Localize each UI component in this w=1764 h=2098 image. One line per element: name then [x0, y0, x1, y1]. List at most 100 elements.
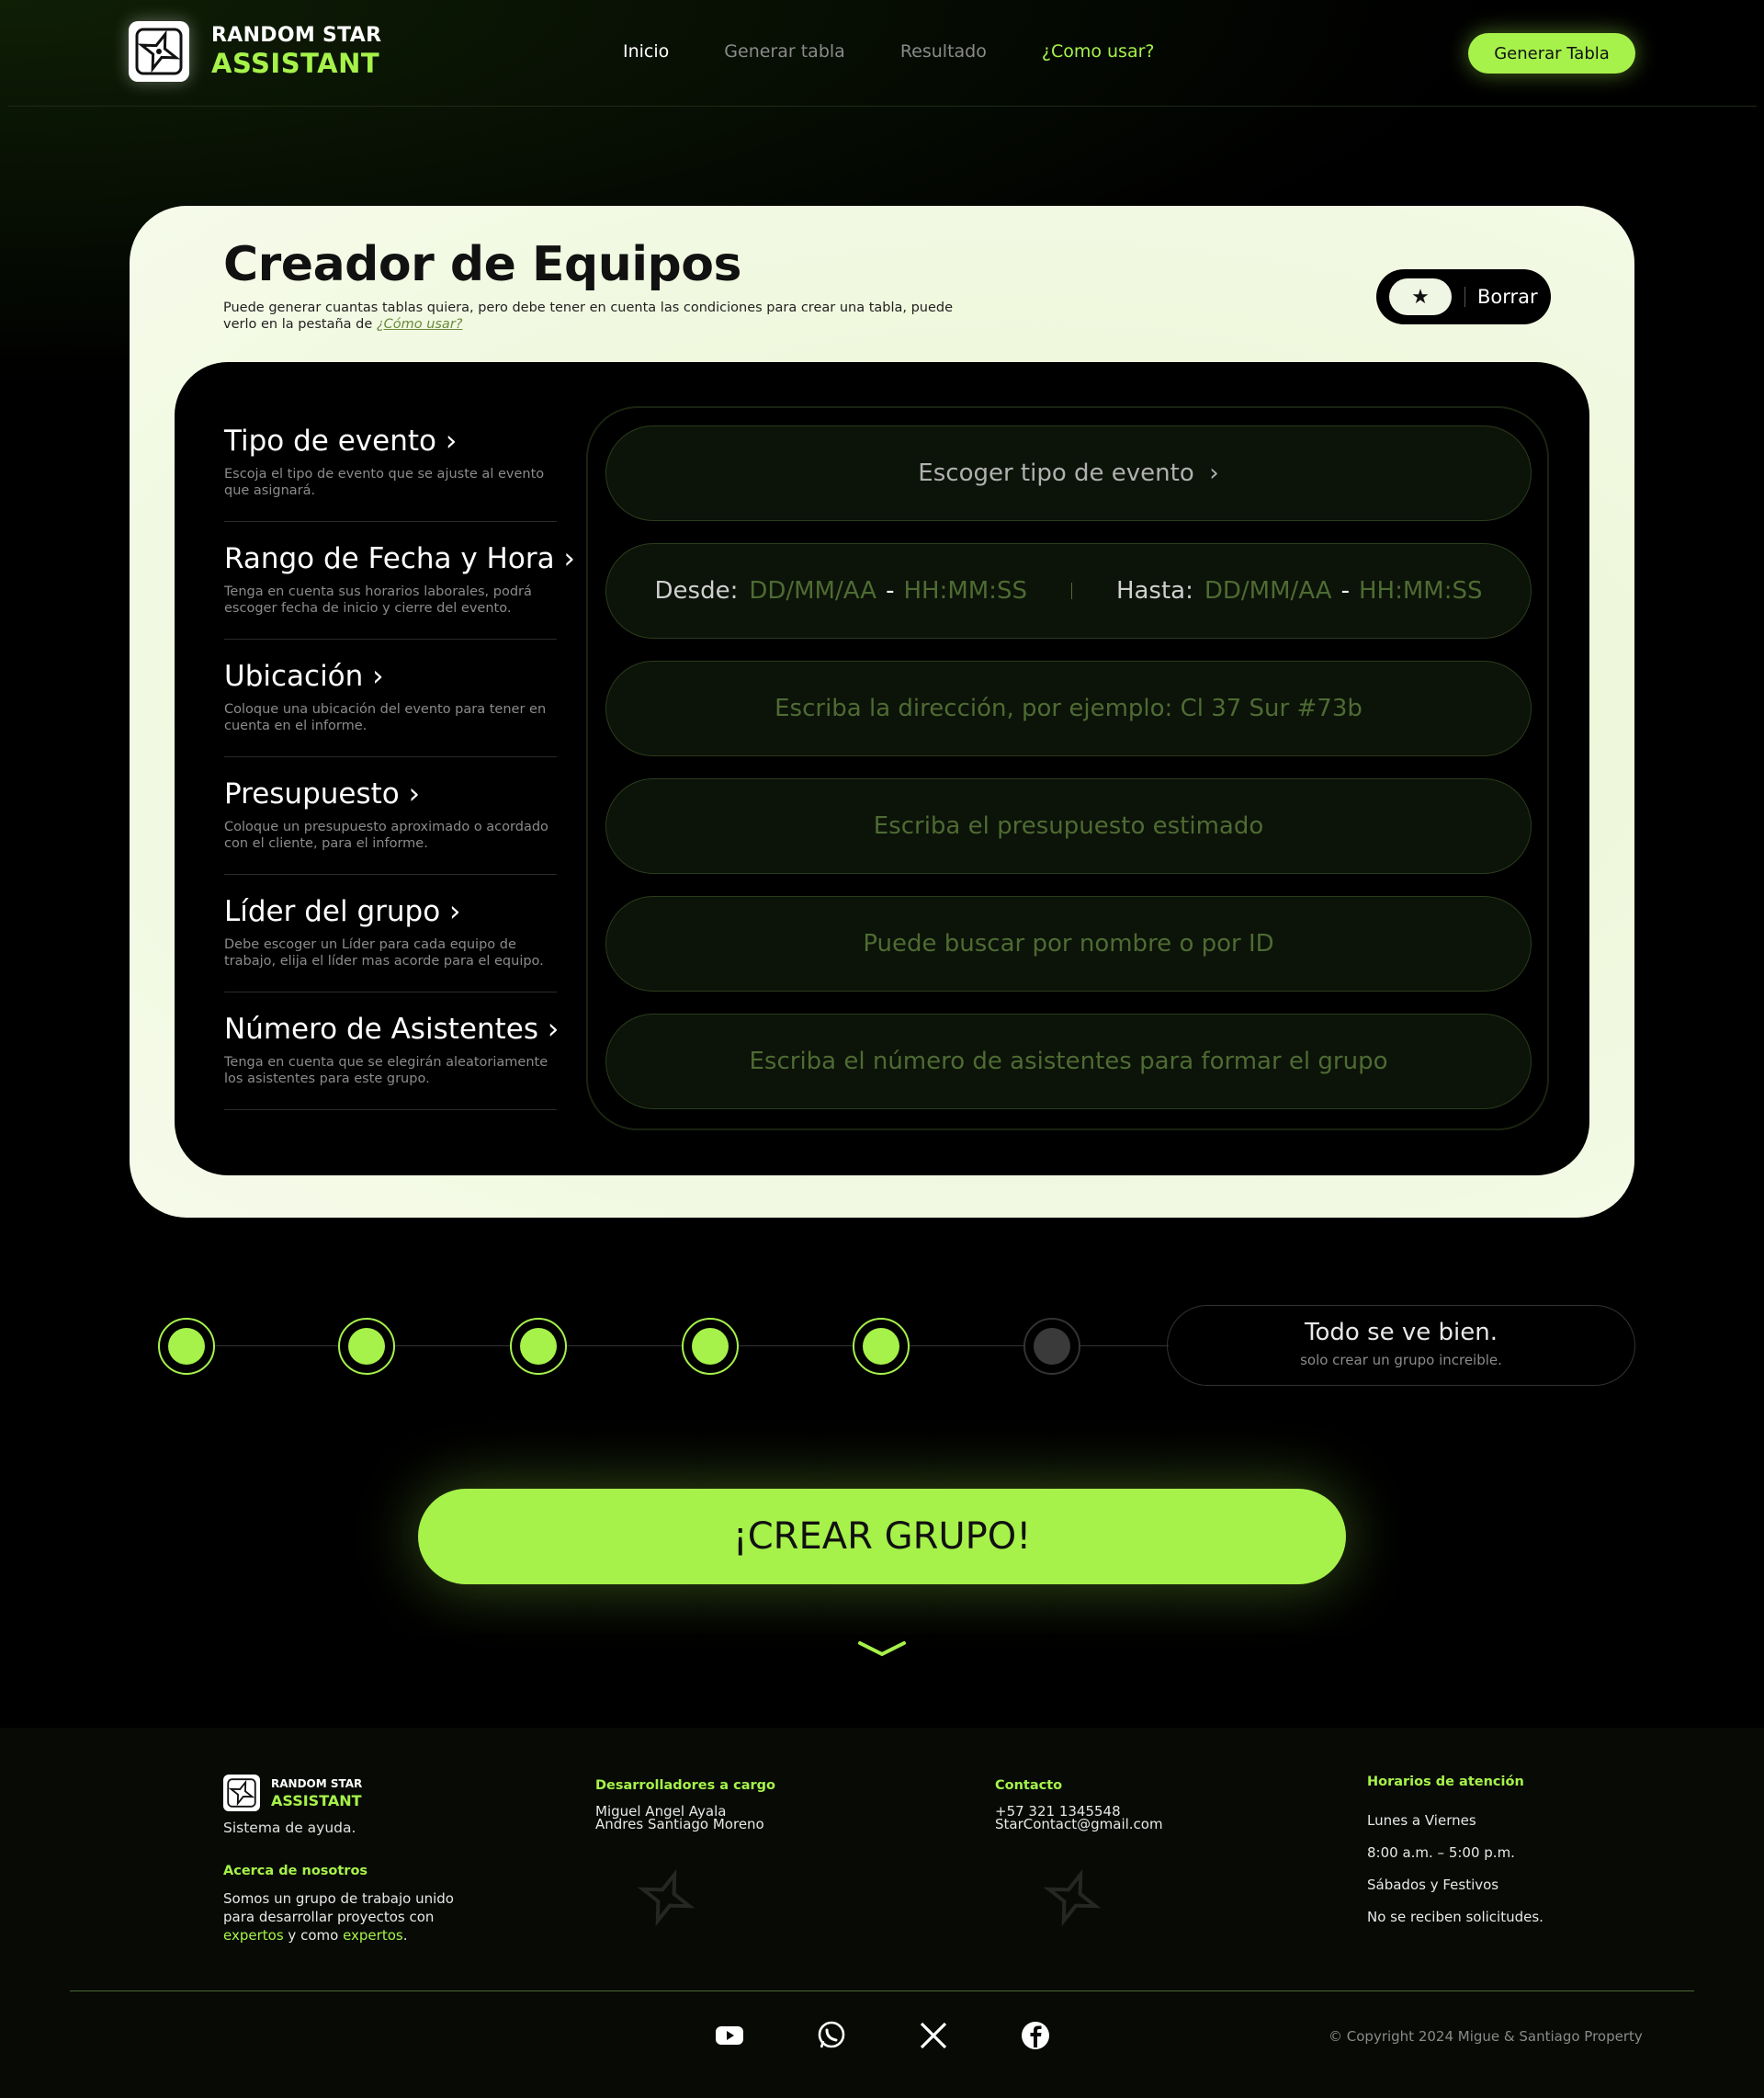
page-subtitle: Puede generar cuantas tablas quiera, per…: [223, 300, 958, 333]
contact-info: +57 321 1345548 StarContact@gmail.com: [995, 1805, 1163, 1831]
brand-line1: RANDOM STAR: [211, 24, 382, 47]
label-title: Presupuesto: [224, 777, 400, 811]
hours-item: Sábados y Festivos: [1367, 1877, 1499, 1893]
footer-brand-line1: RANDOM STAR: [271, 1776, 363, 1790]
nav-como-usar[interactable]: ¿Como usar?: [1042, 41, 1155, 62]
label-desc: Coloque un presupuesto aproximado o acor…: [224, 820, 548, 851]
social-links: [712, 2018, 1120, 2053]
hours-heading: Horarios de atención: [1367, 1775, 1524, 1789]
date-range-field[interactable]: Desde: DD/MM/AA - HH:MM:SS Hasta: DD/MM/…: [605, 543, 1532, 639]
leader-search-input[interactable]: Puede buscar por nombre o por ID: [605, 896, 1532, 992]
status-subtitle: solo crear un grupo increible.: [1300, 1352, 1502, 1368]
label-attendees: Número de Asistentes › Tenga en cuenta q…: [224, 992, 560, 1110]
nav-inicio[interactable]: Inicio: [623, 41, 669, 62]
label-title: Rango de Fecha y Hora: [224, 542, 555, 575]
subtitle-text: Puede generar cuantas tablas quiera, per…: [223, 301, 954, 332]
time-from-input[interactable]: HH:MM:SS: [903, 577, 1027, 605]
label-date-range: Rango de Fecha y Hora › Tenga en cuenta …: [224, 522, 575, 640]
hours-list: Lunes a Viernes 8:00 a.m. – 5:00 p.m. Sá…: [1367, 1805, 1544, 1934]
team-creator-card: Creador de Equipos Puede generar cuantas…: [130, 206, 1634, 1218]
label-desc: Tenga en cuenta que se elegirán aleatori…: [224, 1055, 548, 1086]
reset-divider: [1464, 287, 1465, 307]
star-icon[interactable]: ★: [1389, 278, 1452, 315]
status-title: Todo se ve bien.: [1305, 1319, 1498, 1346]
nav-generar-tabla[interactable]: Generar tabla: [724, 41, 845, 62]
whatsapp-icon[interactable]: [814, 2018, 849, 2053]
generate-table-button[interactable]: Generar Tabla: [1468, 33, 1635, 74]
how-to-use-link[interactable]: ¿Cómo usar?: [377, 317, 463, 332]
step-indicator: [1023, 1318, 1080, 1375]
reset-control[interactable]: ★ Borrar: [1376, 269, 1551, 324]
hours-item: No se reciben solicitudes.: [1367, 1909, 1544, 1925]
step-indicator: [853, 1318, 910, 1375]
progress-steps: [158, 1318, 1169, 1375]
location-input[interactable]: Escriba la dirección, por ejemplo: Cl 37…: [605, 661, 1532, 756]
chevron-down-icon[interactable]: [856, 1638, 908, 1660]
label-event-type: Tipo de evento › Escoja el tipo de event…: [224, 404, 557, 522]
status-box: Todo se ve bien. solo crear un grupo inc…: [1167, 1305, 1635, 1386]
reset-button[interactable]: Borrar: [1477, 286, 1538, 308]
date-from-input[interactable]: DD/MM/AA: [749, 577, 876, 605]
date-divider: [1070, 583, 1072, 599]
event-type-select[interactable]: Escoger tipo de evento ›: [605, 425, 1532, 521]
chevron-right-icon: ›: [408, 777, 421, 811]
label-title: Ubicación: [224, 660, 364, 693]
dash-separator: -: [886, 577, 895, 605]
create-group-button[interactable]: ¡CREAR GRUPO!: [418, 1489, 1346, 1584]
x-icon[interactable]: [916, 2018, 951, 2053]
step-indicator: [510, 1318, 567, 1375]
contact-heading: Contacto: [995, 1778, 1063, 1793]
chevron-right-icon: ›: [1209, 459, 1219, 487]
facebook-icon[interactable]: [1018, 2018, 1053, 2053]
chevron-right-icon: ›: [547, 1013, 560, 1046]
step-indicator: [158, 1318, 215, 1375]
footer-brand-line2: ASSISTANT: [271, 1791, 362, 1809]
about-highlight-1: expertos: [223, 1927, 284, 1944]
nav-resultado[interactable]: Resultado: [900, 41, 987, 62]
developer-name: Andres Santiago Moreno: [595, 1816, 764, 1832]
label-desc: Coloque una ubicación del evento para te…: [224, 702, 547, 733]
time-to-input[interactable]: HH:MM:SS: [1359, 577, 1483, 605]
form-panel: Tipo de evento › Escoja el tipo de event…: [175, 362, 1589, 1175]
label-title: Líder del grupo: [224, 895, 441, 928]
label-budget: Presupuesto › Coloque un presupuesto apr…: [224, 757, 557, 875]
contact-email[interactable]: StarContact@gmail.com: [995, 1818, 1163, 1831]
label-desc: Debe escoger un Líder para cada equipo d…: [224, 937, 544, 969]
form-fields: Escoger tipo de evento › Desde: DD/MM/AA…: [586, 406, 1549, 1130]
footer-logo[interactable]: RANDOM STAR ASSISTANT: [223, 1775, 362, 1811]
page-title: Creador de Equipos: [223, 237, 741, 292]
brand-logo[interactable]: RANDOM STAR ASSISTANT: [129, 21, 381, 82]
footer: RANDOM STAR ASSISTANT Sistema de ayuda. …: [0, 1728, 1764, 2098]
label-desc: Tenga en cuenta sus horarios laborales, …: [224, 584, 532, 616]
brand-line2: ASSISTANT: [211, 48, 380, 79]
label-location: Ubicación › Coloque una ubicación del ev…: [224, 640, 557, 757]
step-indicator: [682, 1318, 739, 1375]
date-to-label: Hasta:: [1115, 577, 1193, 605]
developers-heading: Desarrolladores a cargo: [595, 1778, 775, 1793]
about-end: .: [402, 1927, 408, 1944]
label-title: Tipo de evento: [224, 425, 436, 458]
label-title: Número de Asistentes: [224, 1013, 538, 1046]
form-labels: Tipo de evento › Escoja el tipo de event…: [224, 404, 575, 1110]
hours-item: Lunes a Viernes: [1367, 1812, 1476, 1829]
dash-separator: -: [1340, 577, 1350, 605]
date-to-input[interactable]: DD/MM/AA: [1204, 577, 1332, 605]
date-from-label: Desde:: [654, 577, 739, 605]
hours-item: 8:00 a.m. – 5:00 p.m.: [1367, 1844, 1515, 1861]
copyright: © Copyright 2024 Migue & Santiago Proper…: [1329, 2028, 1643, 2045]
budget-input[interactable]: Escriba el presupuesto estimado: [605, 778, 1532, 874]
event-type-label: Escoger tipo de evento: [918, 459, 1194, 487]
chevron-right-icon: ›: [449, 895, 461, 928]
progress-line: [186, 1345, 1169, 1346]
star-watermark-icon: [1043, 1868, 1102, 1927]
about-heading: Acerca de nosotros: [223, 1864, 368, 1878]
footer-divider: [70, 1990, 1694, 1991]
youtube-icon[interactable]: [712, 2018, 747, 2053]
step-indicator: [338, 1318, 395, 1375]
about-text: Somos un grupo de trabajo unido para des…: [223, 1889, 481, 1945]
chevron-right-icon: ›: [372, 660, 384, 693]
logo-star-icon: [223, 1775, 260, 1811]
attendees-input[interactable]: Escriba el número de asistentes para for…: [605, 1014, 1532, 1109]
about-highlight-2: expertos: [343, 1927, 403, 1944]
chevron-right-icon: ›: [563, 542, 575, 575]
